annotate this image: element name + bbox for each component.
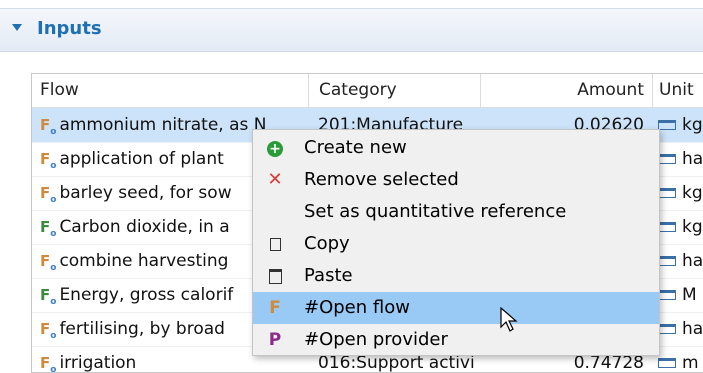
unit-cell[interactable]: kg xyxy=(682,217,703,237)
collapse-toggle-icon[interactable] xyxy=(12,24,22,31)
column-header-flow[interactable]: Flow xyxy=(40,74,305,107)
mouse-cursor-icon xyxy=(500,307,518,332)
unit-cell[interactable]: M xyxy=(682,285,697,305)
unit-cell[interactable]: kg xyxy=(682,183,703,203)
menu-item-copy[interactable]: Copy xyxy=(253,228,659,260)
unit-icon xyxy=(658,222,676,232)
menu-item-label: Create new xyxy=(304,137,407,158)
flow-name: fertilising, by broad xyxy=(59,319,225,339)
context-menu: + Create new ✕ Remove selected Set as qu… xyxy=(252,129,660,356)
unit-icon xyxy=(658,256,676,266)
menu-item-paste[interactable]: Paste xyxy=(253,260,659,292)
product-flow-icon: Fo xyxy=(40,320,57,341)
flow-f-icon: F xyxy=(269,298,281,318)
menu-item-label: Copy xyxy=(304,233,350,254)
copy-icon xyxy=(269,238,281,251)
provider-p-icon: P xyxy=(268,330,282,350)
table-header: Flow Category Amount Unit xyxy=(32,74,703,108)
flow-name: barley seed, for sow xyxy=(59,183,232,203)
menu-item-label: Remove selected xyxy=(304,169,459,190)
flow-name: ammonium nitrate, as N xyxy=(59,115,267,135)
product-flow-icon: Fo xyxy=(40,150,57,171)
x-icon: ✕ xyxy=(267,169,283,190)
product-flow-icon: Fo xyxy=(40,184,57,205)
plus-circle-icon: + xyxy=(267,141,283,157)
unit-cell[interactable]: kg xyxy=(682,115,703,135)
menu-item-label: Paste xyxy=(304,265,353,286)
product-flow-icon: Fo xyxy=(40,252,57,273)
column-header-category[interactable]: Category xyxy=(308,74,480,107)
menu-item-label: Set as quantitative reference xyxy=(304,201,567,222)
unit-icon xyxy=(658,290,676,300)
paste-icon xyxy=(268,269,282,284)
menu-item-label: #Open provider xyxy=(304,329,448,350)
menu-item-create-new[interactable]: + Create new xyxy=(253,132,659,164)
inputs-section-header[interactable]: Inputs xyxy=(0,8,703,52)
flow-name: application of plant xyxy=(59,149,224,169)
unit-icon xyxy=(658,188,676,198)
product-flow-icon: Fo xyxy=(40,116,57,137)
flow-name: combine harvesting xyxy=(59,251,229,271)
product-flow-icon: Fo xyxy=(40,354,57,373)
section-title: Inputs xyxy=(37,18,102,39)
elementary-flow-icon: Fo xyxy=(40,286,57,307)
menu-item-open-provider[interactable]: P #Open provider xyxy=(253,324,659,356)
unit-icon xyxy=(658,324,676,334)
menu-item-set-quantitative-reference[interactable]: Set as quantitative reference xyxy=(253,196,659,228)
unit-icon xyxy=(658,154,676,164)
unit-icon xyxy=(658,120,676,130)
flow-name: irrigation xyxy=(59,353,137,373)
unit-icon xyxy=(658,358,676,368)
unit-cell[interactable]: ha xyxy=(682,149,703,169)
menu-item-remove-selected[interactable]: ✕ Remove selected xyxy=(253,164,659,196)
unit-cell[interactable]: ha xyxy=(682,251,703,271)
unit-cell[interactable]: m xyxy=(682,353,699,372)
elementary-flow-icon: Fo xyxy=(40,218,57,239)
column-header-unit[interactable]: Unit xyxy=(652,74,703,107)
menu-item-label: #Open flow xyxy=(304,297,410,318)
menu-item-open-flow[interactable]: F #Open flow xyxy=(253,292,659,324)
flow-name: Carbon dioxide, in a xyxy=(59,217,230,237)
flow-name: Energy, gross calorif xyxy=(59,285,234,305)
column-header-amount[interactable]: Amount xyxy=(480,74,652,107)
unit-cell[interactable]: ha xyxy=(682,319,703,339)
